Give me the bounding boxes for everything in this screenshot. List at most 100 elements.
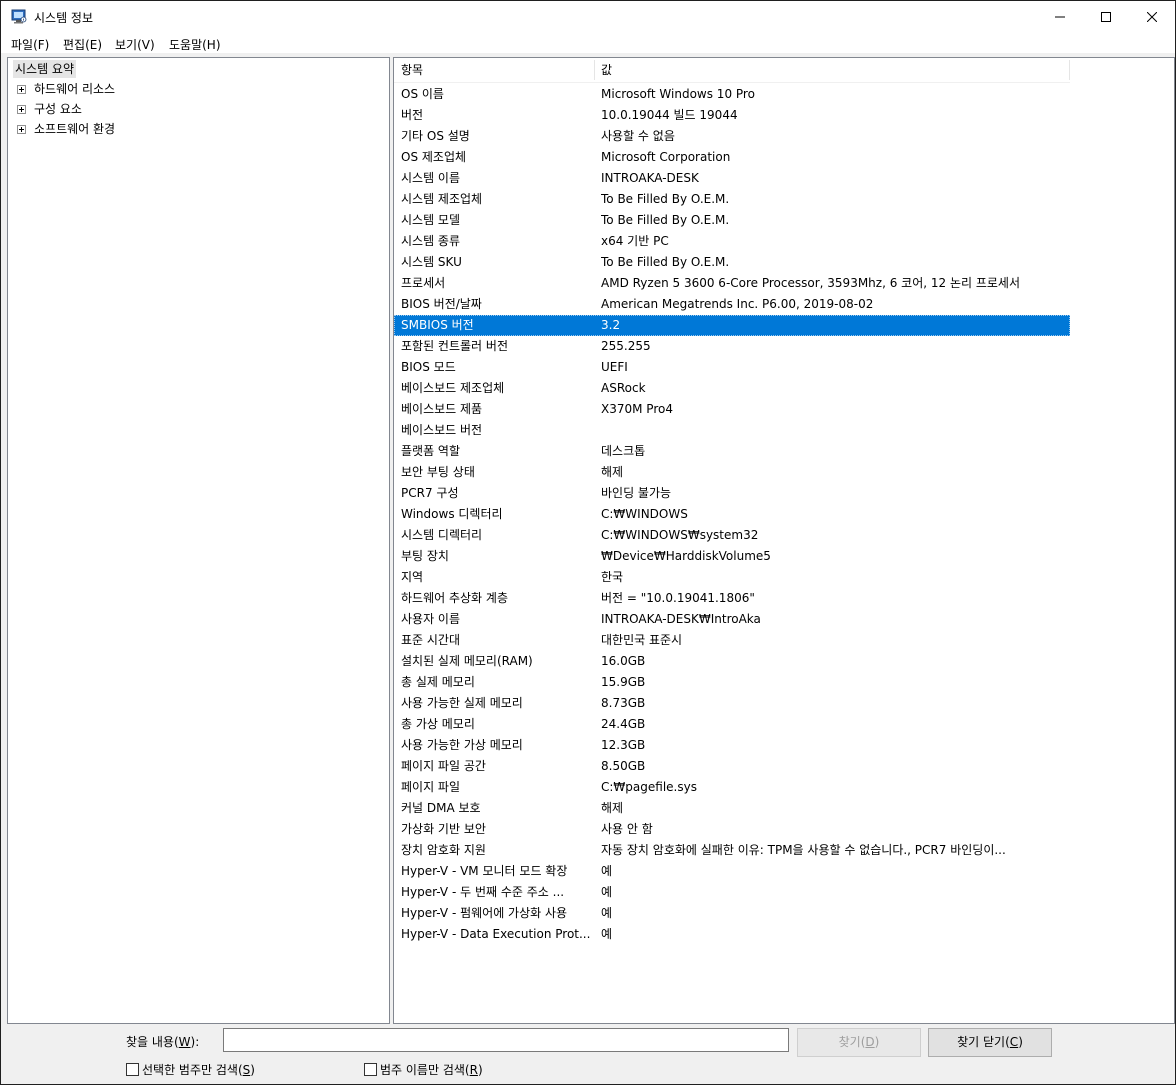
checkbox-unchecked-icon[interactable] (126, 1063, 139, 1076)
column-header-value[interactable]: 값 (601, 58, 612, 82)
table-row[interactable]: 시스템 SKU To Be Filled By O.E.M. (394, 252, 1070, 273)
search-category-names-checkbox[interactable]: 범주 이름만 검색(R) (364, 1062, 483, 1078)
expand-plus-icon[interactable] (17, 125, 26, 134)
maximize-button[interactable] (1083, 1, 1129, 33)
minimize-icon (1055, 16, 1065, 18)
menu-edit[interactable]: 편집(E) (63, 36, 102, 53)
table-row[interactable]: 가상화 기반 보안 사용 안 함 (394, 819, 1070, 840)
table-row[interactable]: Windows 디렉터리 C:₩WINDOWS (394, 504, 1070, 525)
row-item-cell: 포함된 컨트롤러 버전 (401, 339, 508, 353)
row-item-cell: 보안 부팅 상태 (401, 465, 475, 479)
table-row[interactable]: Hyper-V - 두 번째 수준 주소 ... 예 (394, 882, 1070, 903)
table-row[interactable]: PCR7 구성 바인딩 불가능 (394, 483, 1070, 504)
search-selected-category-checkbox[interactable]: 선택한 범주만 검색(S) (126, 1062, 255, 1078)
table-row[interactable]: OS 제조업체 Microsoft Corporation (394, 147, 1070, 168)
row-item-cell: BIOS 모드 (401, 360, 456, 374)
row-item-cell: Hyper-V - VM 모니터 모드 확장 (401, 864, 568, 878)
row-value-cell: 버전 = "10.0.19041.1806" (601, 591, 755, 605)
row-item-cell: 시스템 디렉터리 (401, 528, 483, 542)
menu-file[interactable]: 파일(F) (11, 36, 49, 53)
table-row[interactable]: 기타 OS 설명 사용할 수 없음 (394, 126, 1070, 147)
row-value-cell: 10.0.19044 빌드 19044 (601, 108, 738, 122)
minimize-button[interactable] (1037, 1, 1083, 33)
table-row[interactable]: 시스템 종류 x64 기반 PC (394, 231, 1070, 252)
row-item-cell: Windows 디렉터리 (401, 507, 503, 521)
row-value-cell: 예 (601, 906, 613, 920)
row-item-cell: Hyper-V - 두 번째 수준 주소 ... (401, 885, 565, 899)
table-row[interactable]: 총 실제 메모리 15.9GB (394, 672, 1070, 693)
checkbox-unchecked-icon[interactable] (364, 1063, 377, 1076)
column-header-item[interactable]: 항목 (401, 58, 423, 82)
row-item-cell: 하드웨어 추상화 계층 (401, 591, 508, 605)
tree-item-components[interactable]: 구성 요소 (8, 100, 378, 118)
list-rows: OS 이름 Microsoft Windows 10 Pro 버전 10.0.1904… (394, 84, 1174, 945)
table-row[interactable]: 페이지 파일 C:₩pagefile.sys (394, 777, 1070, 798)
table-row[interactable]: 사용 가능한 가상 메모리 12.3GB (394, 735, 1070, 756)
table-row[interactable]: 포함된 컨트롤러 버전 255.255 (394, 336, 1070, 357)
title-bar[interactable]: 시스템 정보 (1, 1, 1175, 33)
find-button[interactable]: 찾기(D) (797, 1028, 921, 1057)
table-row[interactable]: 버전 10.0.19044 빌드 19044 (394, 105, 1070, 126)
close-button[interactable] (1129, 1, 1175, 33)
row-item-cell: 표준 시간대 (401, 633, 461, 647)
row-item-cell: 장치 암호화 지원 (401, 843, 486, 857)
details-list[interactable]: 항목 값 OS 이름 Microsoft Windows 10 Pro 버전 10.0… (393, 57, 1175, 1024)
table-row[interactable]: BIOS 모드 UEFI (394, 357, 1070, 378)
table-row[interactable]: 플랫폼 역할 데스크톱 (394, 441, 1070, 462)
row-item-cell: 부팅 장치 (401, 549, 449, 563)
table-row[interactable]: Hyper-V - 펌웨어에 가상화 사용 예 (394, 903, 1070, 924)
row-value-cell: 자동 장치 암호화에 실패한 이유: TPM을 사용할 수 없습니다., PCR… (601, 843, 1006, 857)
row-value-cell: To Be Filled By O.E.M. (601, 192, 730, 206)
row-item-cell: 시스템 제조업체 (401, 192, 483, 206)
table-row[interactable]: 베이스보드 제품 X370M Pro4 (394, 399, 1070, 420)
row-item-cell: 사용자 이름 (401, 612, 461, 626)
expand-plus-icon[interactable] (17, 85, 26, 94)
row-item-cell: 페이지 파일 공간 (401, 759, 486, 773)
table-row[interactable]: Hyper-V - VM 모니터 모드 확장 예 (394, 861, 1070, 882)
table-row[interactable]: 시스템 제조업체 To Be Filled By O.E.M. (394, 189, 1070, 210)
table-row[interactable]: SMBIOS 버전 3.2 (394, 315, 1070, 336)
find-input[interactable] (223, 1028, 789, 1052)
table-row[interactable]: 사용자 이름 INTROAKA-DESK₩IntroAka (394, 609, 1070, 630)
tree-item-label: 구성 요소 (34, 102, 82, 116)
table-row[interactable]: OS 이름 Microsoft Windows 10 Pro (394, 84, 1070, 105)
table-row[interactable]: 커널 DMA 보호 해제 (394, 798, 1070, 819)
category-tree[interactable]: 시스템 요약 하드웨어 리소스 구성 요소 소프트웨어 환경 (7, 57, 390, 1024)
column-divider[interactable] (1069, 60, 1070, 80)
table-row[interactable]: 시스템 디렉터리 C:₩WINDOWS₩system32 (394, 525, 1070, 546)
row-item-cell: OS 제조업체 (401, 150, 467, 164)
table-row[interactable]: 장치 암호화 지원 자동 장치 암호화에 실패한 이유: TPM을 사용할 수 없… (394, 840, 1070, 861)
table-row[interactable]: 프로세서 AMD Ryzen 5 3600 6-Core Processor, 3… (394, 273, 1070, 294)
table-row[interactable]: 베이스보드 버전 (394, 420, 1070, 441)
table-row[interactable]: 하드웨어 추상화 계층 버전 = "10.0.19041.1806" (394, 588, 1070, 609)
column-divider[interactable] (594, 60, 595, 80)
row-value-cell: ₩Device₩HarddiskVolume5 (601, 549, 771, 563)
menu-view[interactable]: 보기(V) (115, 36, 155, 53)
tree-item-system-summary[interactable]: 시스템 요약 (13, 60, 77, 78)
table-row[interactable]: 베이스보드 제조업체 ASRock (394, 378, 1070, 399)
table-row[interactable]: 설치된 실제 메모리(RAM) 16.0GB (394, 651, 1070, 672)
row-value-cell: 사용 안 함 (601, 822, 653, 836)
table-row[interactable]: BIOS 버전/날짜 American Megatrends Inc. P6.00… (394, 294, 1070, 315)
row-value-cell: 해제 (601, 801, 624, 815)
table-row[interactable]: 페이지 파일 공간 8.50GB (394, 756, 1070, 777)
table-row[interactable]: 시스템 모델 To Be Filled By O.E.M. (394, 210, 1070, 231)
row-value-cell: 예 (601, 885, 613, 899)
table-row[interactable]: 보안 부팅 상태 해제 (394, 462, 1070, 483)
expand-plus-icon[interactable] (17, 105, 26, 114)
table-row[interactable]: 부팅 장치 ₩Device₩HarddiskVolume5 (394, 546, 1070, 567)
table-row[interactable]: 표준 시간대 대한민국 표준시 (394, 630, 1070, 651)
row-item-cell: 시스템 SKU (401, 255, 462, 269)
table-row[interactable]: Hyper-V - Data Execution Prot... 예 (394, 924, 1070, 945)
row-item-cell: 베이스보드 제품 (401, 402, 483, 416)
row-item-cell: Hyper-V - 펌웨어에 가상화 사용 (401, 906, 568, 920)
table-row[interactable]: 사용 가능한 실제 메모리 8.73GB (394, 693, 1070, 714)
table-row[interactable]: 시스템 이름 INTROAKA-DESK (394, 168, 1070, 189)
row-item-cell: 베이스보드 버전 (401, 423, 483, 437)
menu-help[interactable]: 도움말(H) (169, 36, 221, 53)
table-row[interactable]: 총 가상 메모리 24.4GB (394, 714, 1070, 735)
table-row[interactable]: 지역 한국 (394, 567, 1070, 588)
tree-item-hardware-resources[interactable]: 하드웨어 리소스 (8, 80, 378, 98)
close-find-button[interactable]: 찾기 닫기(C) (928, 1028, 1052, 1057)
tree-item-software-environment[interactable]: 소프트웨어 환경 (8, 120, 378, 138)
